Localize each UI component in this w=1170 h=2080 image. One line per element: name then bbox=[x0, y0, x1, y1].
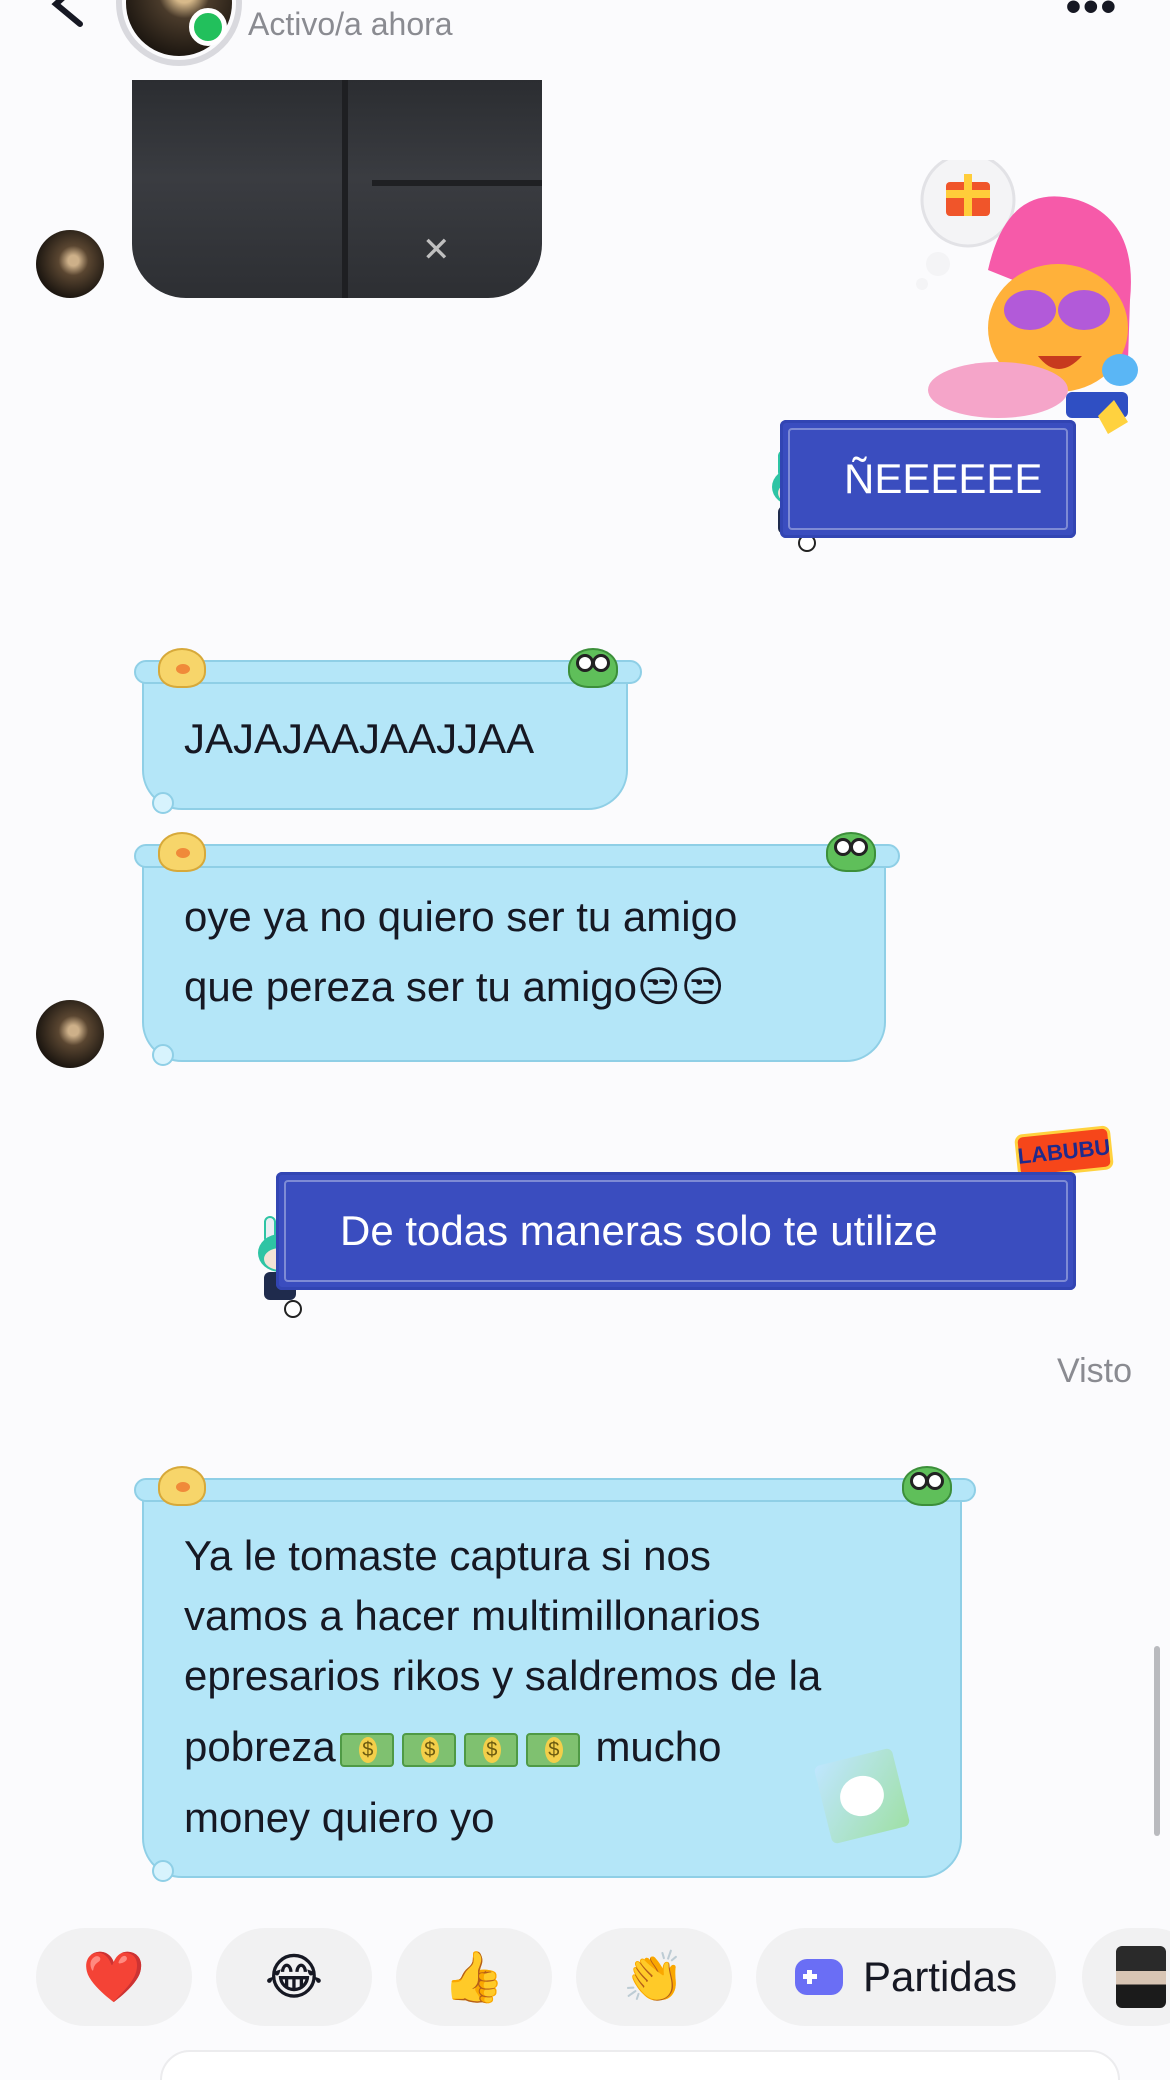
sticker-chip[interactable] bbox=[1082, 1928, 1170, 2026]
bubble-cap bbox=[134, 660, 642, 684]
message-line: vamos a hacer multimillonarios bbox=[184, 1592, 761, 1639]
message-line: money quiero yo bbox=[184, 1794, 495, 1841]
frog-icon bbox=[568, 648, 618, 688]
bubble-cap bbox=[134, 1478, 976, 1502]
message-text: oye ya no quiero ser tu amigo que pereza… bbox=[184, 882, 737, 1022]
peer-avatar[interactable] bbox=[36, 230, 104, 298]
peer-avatar[interactable] bbox=[36, 1000, 104, 1068]
active-status: Activo/a ahora bbox=[248, 6, 453, 42]
bubble-cap bbox=[134, 844, 900, 868]
scrollbar[interactable] bbox=[1154, 1646, 1160, 1836]
quick-reaction-bar: ❤️ 😂 👍 👏 Partidas bbox=[0, 1928, 1170, 2028]
chick-icon bbox=[158, 648, 206, 688]
money-bag-icon bbox=[401, 1732, 456, 1767]
photo-detail bbox=[372, 180, 542, 186]
chick-icon bbox=[158, 832, 206, 872]
games-button[interactable]: Partidas bbox=[756, 1928, 1056, 2026]
message-text: De todas maneras solo te utilize bbox=[340, 1207, 938, 1254]
quick-reaction-thumbs-up[interactable]: 👍 bbox=[396, 1928, 552, 2026]
character-sticker[interactable] bbox=[898, 160, 1138, 440]
message-fragment: mucho bbox=[583, 1723, 722, 1770]
photo-message[interactable]: ✕ bbox=[132, 80, 542, 298]
labubu-sticker-tag: LABUBU bbox=[1013, 1125, 1115, 1179]
message-line: que pereza ser tu amigo😒😒 bbox=[184, 963, 725, 1010]
message-line: oye ya no quiero ser tu amigo bbox=[184, 893, 738, 940]
money-bag-icon bbox=[339, 1732, 394, 1767]
sent-message-bubble[interactable]: ÑEEEEEE bbox=[780, 420, 1076, 538]
gamepad-icon bbox=[794, 1959, 843, 1995]
frog-icon bbox=[826, 832, 876, 872]
quick-reaction-laugh[interactable]: 😂 bbox=[216, 1928, 372, 2026]
frog-icon bbox=[902, 1466, 952, 1506]
message-text: ÑEEEEEE bbox=[844, 455, 1043, 502]
online-status-dot bbox=[189, 8, 227, 46]
quick-reaction-clap[interactable]: 👏 bbox=[576, 1928, 732, 2026]
photo-detail: ✕ bbox=[422, 231, 451, 269]
received-message-bubble[interactable]: oye ya no quiero ser tu amigo que pereza… bbox=[134, 832, 900, 1066]
money-bag-icon bbox=[525, 1732, 580, 1767]
message-text: Ya le tomaste captura si nos vamos a hac… bbox=[184, 1526, 924, 1848]
message-line: epresarios rikos y saldremos de la bbox=[184, 1652, 822, 1699]
seen-indicator: Visto bbox=[1057, 1352, 1132, 1390]
avatar bbox=[1116, 1946, 1166, 2008]
chick-icon bbox=[158, 1466, 206, 1506]
message-fragment: pobreza bbox=[184, 1723, 336, 1770]
more-dots-icon[interactable]: ••• bbox=[1066, 0, 1118, 32]
sent-message-bubble[interactable]: De todas maneras solo te utilize bbox=[276, 1172, 1076, 1290]
message-input[interactable] bbox=[160, 2050, 1120, 2080]
money-bag-icon bbox=[463, 1732, 518, 1767]
message-line: Ya le tomaste captura si nos bbox=[184, 1532, 711, 1579]
received-message-bubble[interactable]: JAJAJAAJAAJJAA bbox=[134, 648, 642, 814]
quick-reaction-heart[interactable]: ❤️ bbox=[36, 1928, 192, 2026]
bubble-deco-icon bbox=[152, 792, 174, 814]
bubble-deco-icon bbox=[152, 1044, 174, 1066]
games-label: Partidas bbox=[862, 1953, 1018, 2000]
chat-header: Activo/a ahora ••• bbox=[0, 0, 1170, 66]
message-line: pobreza mucho bbox=[184, 1706, 924, 1788]
message-text: JAJAJAAJAAJJAA bbox=[184, 715, 535, 762]
back-arrow-icon[interactable] bbox=[40, 0, 90, 30]
photo-detail bbox=[342, 80, 348, 298]
bubble-deco-icon bbox=[152, 1860, 174, 1882]
